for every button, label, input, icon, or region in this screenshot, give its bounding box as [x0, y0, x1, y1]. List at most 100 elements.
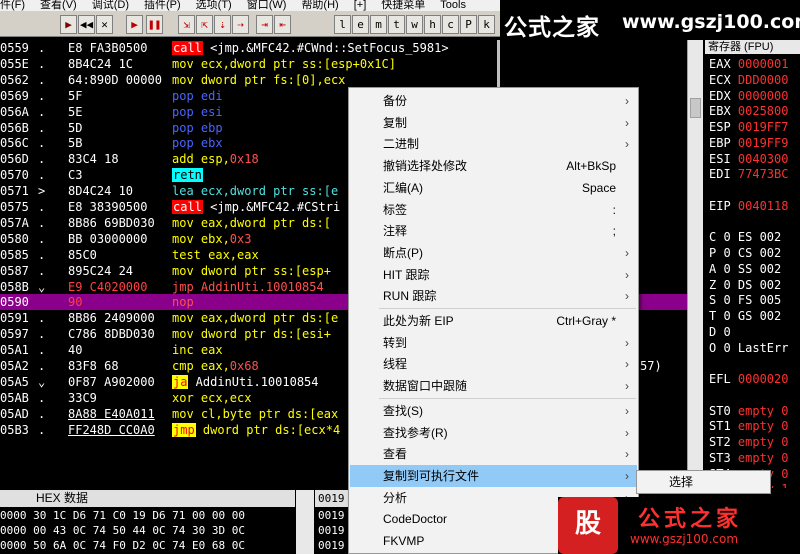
toolbar-button-5[interactable]: ⇲ [178, 15, 195, 34]
register-value: DS 002 [737, 277, 782, 292]
register-row[interactable]: ST1 empty 0 [709, 418, 788, 434]
toolbar-button-3[interactable]: ▶ [126, 15, 143, 34]
context-menu-item[interactable]: 二进制 › [350, 133, 637, 155]
stack-row[interactable]: 0019 [318, 508, 345, 523]
toolbar-button-17[interactable]: c [442, 15, 459, 34]
context-menu-item[interactable]: 查看 › [350, 443, 637, 465]
context-menu-item[interactable]: 汇编(A) Space [350, 177, 637, 199]
register-row[interactable]: T 0 GS 002 [709, 308, 781, 324]
menu-item-3[interactable]: 插件(P) [144, 0, 181, 11]
context-menu-item[interactable]: 注释; [350, 220, 637, 242]
toolbar-button-13[interactable]: m [370, 15, 387, 34]
context-menu-item[interactable]: 断点(P) › [350, 242, 637, 264]
toolbar-button-9[interactable]: ⇥ [256, 15, 273, 34]
register-row[interactable]: C 0 ES 002 [709, 229, 781, 245]
menu-item-label: 分析 [383, 490, 408, 505]
stack-row[interactable]: 0019 [318, 523, 345, 538]
menu-item-1[interactable]: 查看(V) [40, 0, 77, 11]
toolbar-button-8[interactable]: ⇢ [232, 15, 249, 34]
toolbar-button-16[interactable]: h [424, 15, 441, 34]
toolbar-button-14[interactable]: t [388, 15, 405, 34]
toolbar-button-10[interactable]: ⇤ [274, 15, 291, 34]
register-row[interactable]: ESI 0040300 [709, 151, 788, 167]
menu-item-shortcut: Ctrl+Gray * [556, 314, 616, 328]
context-menu-item[interactable]: 备份 › [350, 90, 637, 112]
hex-dump-scrollbar[interactable] [296, 490, 314, 554]
hex-dump-row[interactable]: 0000 00 43 0C 74 50 44 0C 74 30 3D 0C [0, 523, 245, 538]
context-menu-item[interactable]: 复制到可执行文件 › [350, 464, 637, 487]
register-value: 0040118 [737, 198, 789, 213]
toolbar: ▶ ◀◀ ✕ ▶ ❚❚ ⇲ ⇱ ⇣ ⇢ ⇥ ⇤ l e m t w h c Pk [0, 11, 500, 37]
menu-item-8[interactable]: 快捷菜单 [381, 0, 425, 11]
context-menu-item[interactable]: 查找参考(R) › [350, 422, 637, 444]
context-menu-item[interactable]: 线程 › [350, 353, 637, 375]
menu-item-4[interactable]: 选项(T) [196, 0, 232, 11]
register-row[interactable]: EFL 0000020 [709, 371, 788, 387]
menu-item-5[interactable]: 窗口(W) [247, 0, 287, 11]
register-row[interactable]: EBP 0019FF9 [709, 135, 788, 151]
context-menu-item[interactable]: 查找(S) › [350, 400, 637, 422]
menu-item-label: 复制到可执行文件 [383, 468, 480, 483]
context-menu-item[interactable]: 撤销选择处修改 Alt+BkSp [350, 155, 637, 177]
register-row[interactable]: EDX 0000000 [709, 88, 788, 104]
context-menu-item[interactable]: 转到 › [350, 332, 637, 354]
disasm-scrollbar[interactable] [687, 40, 703, 488]
scrollbar-thumb[interactable] [690, 98, 701, 118]
register-value: empty 0 [737, 403, 789, 418]
watermark-logo-bottom: 股 公式之家 www.gszj100.com [558, 497, 800, 554]
toolbar-button-18[interactable]: P [460, 15, 477, 34]
toolbar-button-11[interactable]: l [334, 15, 351, 34]
stack-row[interactable]: 0019 [318, 538, 345, 553]
register-row[interactable]: EIP 0040118 [709, 198, 788, 214]
disasm-address: 05AD [0, 406, 29, 421]
toolbar-button-19[interactable]: k [478, 15, 495, 34]
register-name: P 0 [709, 246, 738, 260]
register-row[interactable]: P 0 CS 002 [709, 245, 781, 261]
registers-pane[interactable]: 寄存器 (FPU) EAX 0000001 ECX DDD0000 EDX 0000… [705, 40, 800, 488]
toolbar-button-15[interactable]: w [406, 15, 423, 34]
register-row[interactable]: ST0 empty 0 [709, 403, 788, 419]
hex-dump-header[interactable]: HEX 数据 [0, 490, 295, 507]
register-row[interactable]: Z 0 DS 002 [709, 277, 781, 293]
register-row[interactable]: D 0 [709, 324, 738, 340]
hex-dump-row[interactable]: 0000 50 6A 0C 74 F0 D2 0C 74 E0 68 0C [0, 538, 245, 553]
hex-dump-row[interactable]: 0000 30 1C D6 71 C0 19 D6 71 00 00 00 [0, 508, 245, 523]
toolbar-button-7[interactable]: ⇣ [214, 15, 231, 34]
submenu-item-selection[interactable]: 选择 [669, 471, 693, 493]
menu-item-0[interactable]: 件(F) [0, 0, 25, 11]
toolbar-button-0[interactable]: ▶ [60, 15, 77, 34]
register-row[interactable]: ST2 empty 0 [709, 434, 788, 450]
register-row[interactable]: O 0 LastErr [709, 340, 788, 356]
toolbar-button-6[interactable]: ⇱ [196, 15, 213, 34]
toolbar-button-4[interactable]: ❚❚ [146, 15, 163, 34]
register-row[interactable]: ST3 empty 0 [709, 450, 788, 466]
toolbar-button-12[interactable]: e [352, 15, 369, 34]
disasm-row[interactable]: 0559. E8 FA3B0500 call <jmp.&MFC42.#CWnd::… [0, 40, 690, 56]
register-row[interactable]: ECX DDD0000 [709, 72, 788, 88]
disasm-address: 0585 [0, 247, 29, 262]
disasm-row[interactable]: 055E. 8B4C24 1C mov ecx,dword ptr ss:[esp+… [0, 56, 690, 72]
context-menu-item[interactable]: 复制 › [350, 112, 637, 134]
disasm-hex: 5E [68, 104, 83, 119]
menu-item-2[interactable]: 调试(D) [92, 0, 129, 11]
context-menu-item[interactable]: 标签: [350, 199, 637, 221]
disasm-marker: . [38, 263, 46, 278]
register-row[interactable]: EAX 0000001 [709, 56, 788, 72]
register-row[interactable]: A 0 SS 002 [709, 261, 781, 277]
disasm-address: 056C [0, 136, 29, 151]
context-menu-item[interactable]: 此处为新 EIP Ctrl+Gray * [350, 310, 637, 332]
register-row[interactable]: EBX 0025800 [709, 103, 788, 119]
disasm-row[interactable]: 0562. 64:890D 00000 mov dword ptr fs:[0],e… [0, 72, 690, 88]
menu-item-6[interactable]: 帮助(H) [301, 0, 338, 11]
chevron-right-icon: › [625, 289, 629, 304]
menu-item-9[interactable]: Tools [440, 0, 466, 11]
register-row[interactable]: EDI 77473BC [709, 166, 788, 182]
toolbar-button-1[interactable]: ◀◀ [78, 15, 95, 34]
context-menu-item[interactable]: RUN 跟踪 › [350, 285, 637, 307]
toolbar-button-2[interactable]: ✕ [96, 15, 113, 34]
register-row[interactable]: ESP 0019FF7 [709, 119, 788, 135]
register-row[interactable]: S 0 FS 005 [709, 292, 781, 308]
menu-item-7[interactable]: [+] [354, 0, 367, 11]
context-menu-item[interactable]: 数据窗口中跟随 › [350, 375, 637, 397]
context-menu-item[interactable]: HIT 跟踪 › [350, 264, 637, 286]
